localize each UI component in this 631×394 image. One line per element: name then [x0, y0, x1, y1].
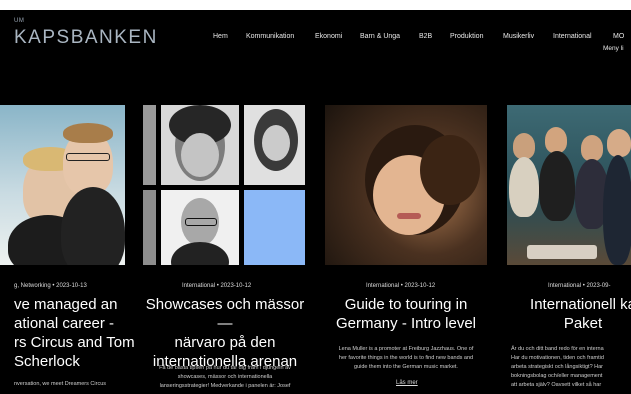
nav-item-barn-unga[interactable]: Barn & Unga	[360, 33, 400, 40]
article-title[interactable]: ve managed an ational career - rs Circus…	[14, 295, 144, 371]
article-excerpt: Få de bästa tipsen på hur du tar dig fra…	[159, 365, 291, 389]
article-meta: International • 2023-10-12	[366, 283, 436, 289]
logo-prefix: UM	[14, 18, 25, 24]
top-white-bar	[0, 0, 631, 10]
read-more-link[interactable]: Läs mer	[396, 380, 418, 386]
article-excerpt: Är du och ditt band redo för en interna …	[511, 346, 604, 388]
nav-item-produktion[interactable]: Produktion	[450, 33, 483, 40]
nav-item-kommunikation[interactable]: Kommunikation	[246, 33, 294, 40]
article-image[interactable]	[325, 105, 487, 265]
article-meta: International • 2023-09-	[548, 283, 611, 289]
article-image[interactable]	[507, 105, 631, 265]
nav-item-b2b[interactable]: B2B	[419, 33, 432, 40]
nav-item-musikerliv[interactable]: Musikerliv	[503, 33, 534, 40]
nav-item-more[interactable]: MO	[613, 33, 624, 40]
nav-item-hem[interactable]: Hem	[213, 33, 228, 40]
article-title[interactable]: Guide to touring in Germany - Intro leve…	[318, 295, 494, 333]
article-title[interactable]: Internationell ka Paket	[508, 295, 631, 333]
menu-more-link[interactable]: Meny li	[603, 45, 624, 52]
article-card[interactable]	[143, 105, 305, 265]
article-meta: g, Networking • 2023-10-13	[14, 283, 87, 289]
article-card[interactable]	[325, 105, 487, 265]
article-excerpt: Lena Muller is a promoter at Freiburg Ja…	[338, 346, 474, 370]
article-meta: International • 2023-10-12	[182, 283, 252, 289]
article-image[interactable]	[143, 105, 305, 265]
nav-item-ekonomi[interactable]: Ekonomi	[315, 33, 342, 40]
article-image[interactable]	[0, 105, 125, 265]
site-logo[interactable]: KAPSBANKEN	[14, 27, 158, 49]
article-card[interactable]	[507, 105, 631, 265]
article-title[interactable]: Showcases och mässor — närvaro på den in…	[140, 295, 310, 371]
article-excerpt: nversation, we meet Dreamers Circus	[14, 381, 107, 387]
article-card[interactable]	[0, 105, 125, 265]
nav-item-international[interactable]: International	[553, 33, 592, 40]
